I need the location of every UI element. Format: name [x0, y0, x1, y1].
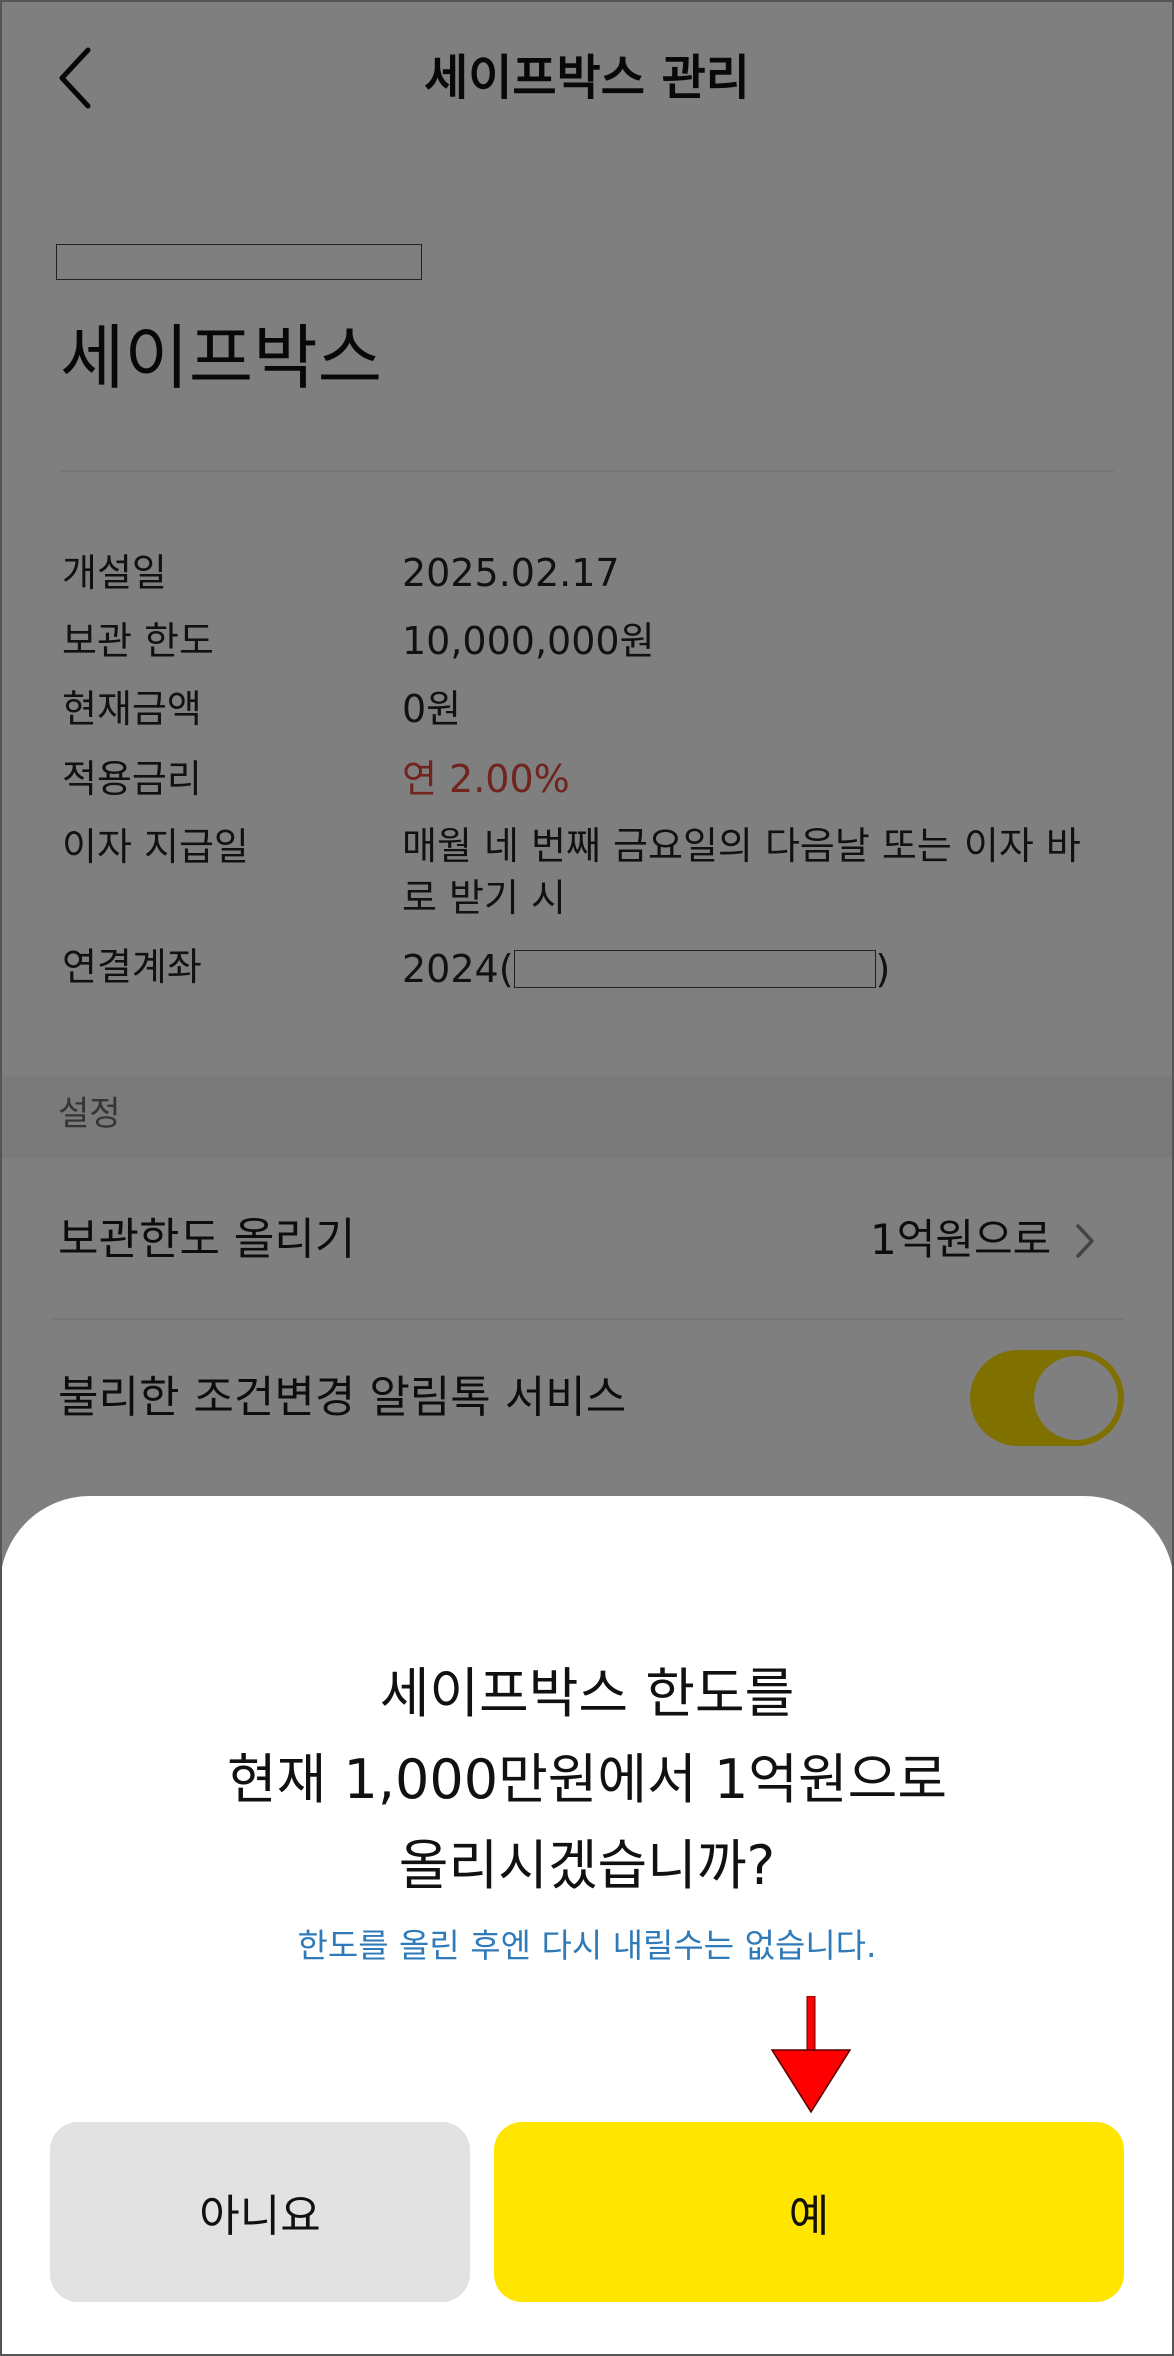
- down-arrow-icon: [770, 1996, 852, 2114]
- yes-button[interactable]: 예: [494, 2122, 1124, 2302]
- safebox-management-screen: 세이프박스 관리 세이프박스 개설일 2025.02.17 보관 한도 10,0…: [0, 0, 1174, 2356]
- no-button[interactable]: 아니요: [50, 2122, 470, 2302]
- dialog-message-line-3: 올리시겠습니까?: [398, 1834, 776, 1897]
- dialog-warning-note: 한도를 올린 후엔 다시 내릴수는 없습니다.: [297, 1926, 877, 1965]
- dialog-message-line-1: 세이프박스 한도를: [379, 1662, 795, 1725]
- dialog-message-line-2: 현재 1,000만원에서 1억원으로: [226, 1748, 948, 1811]
